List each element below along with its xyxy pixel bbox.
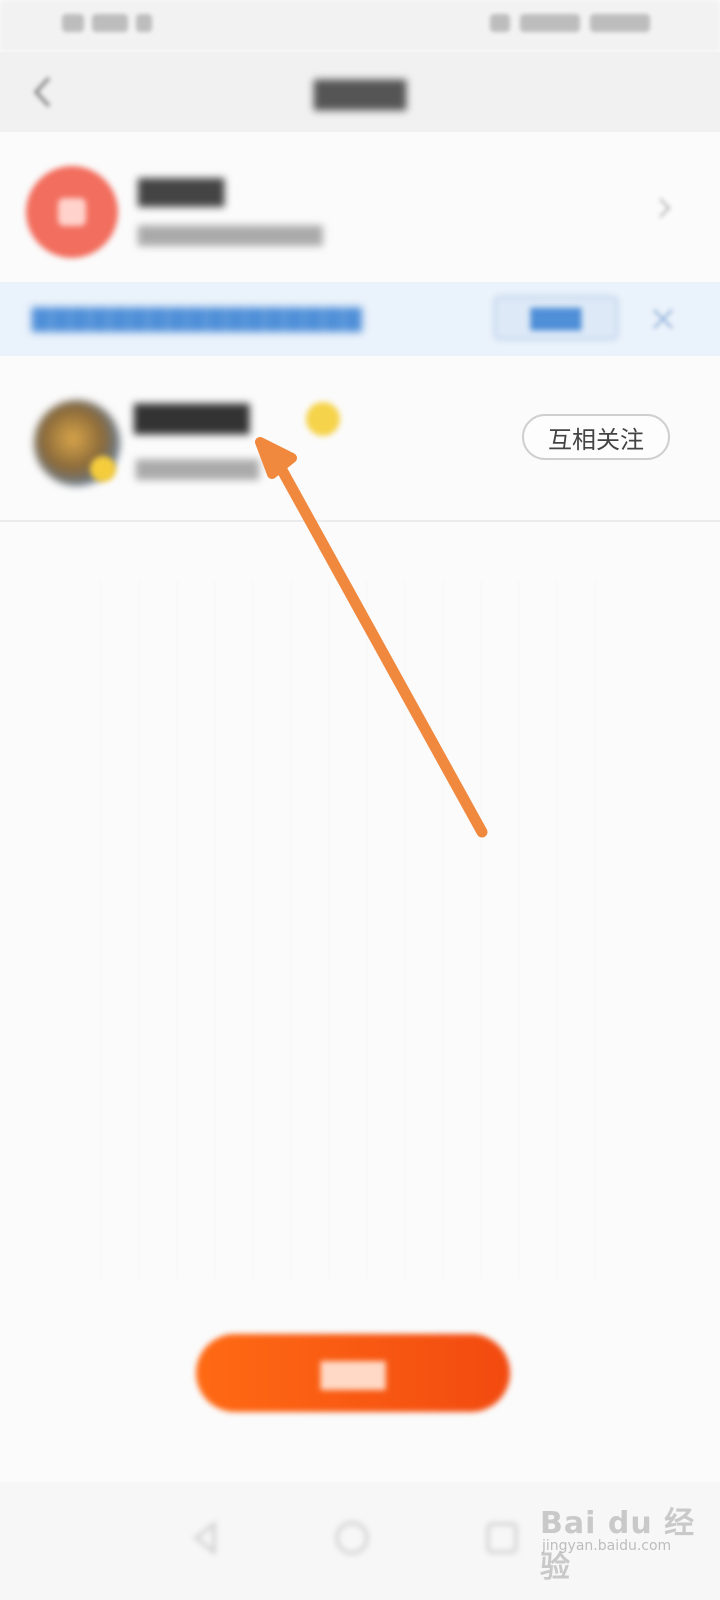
baidu-jingyan-watermark: Bai du 经验 jingyan.baidu.com xyxy=(540,1492,710,1585)
mutual-follow-button[interactable]: 互相关注 xyxy=(522,414,670,460)
message-title: ▇▇▇▇ xyxy=(138,174,225,207)
banner-text: ▇▇▇▇▇▇▇▇▇▇▇▇▇▇▇▇▇ xyxy=(32,304,363,332)
message-avatar xyxy=(26,166,118,258)
nav-back-icon[interactable] xyxy=(186,1518,226,1558)
user-name: ▇▇▇▇▇ xyxy=(134,400,250,435)
top-bar: ▇▇▇▇ xyxy=(0,52,720,132)
status-bar xyxy=(0,0,720,52)
message-subtitle: ▇▇▇▇▇▇▇▇▇▇▇▇ xyxy=(138,222,323,246)
user-subtitle: ▇▇▇▇▇▇▇▇ xyxy=(136,456,260,480)
nav-recent-icon[interactable] xyxy=(482,1518,522,1558)
page-title: ▇▇▇▇ xyxy=(313,76,407,111)
chevron-right-icon xyxy=(659,198,671,218)
banner-action-button[interactable]: ▇▇▇ xyxy=(494,296,618,340)
message-row[interactable]: ▇▇▇▇ ▇▇▇▇▇▇▇▇▇▇▇▇ xyxy=(0,138,720,280)
tip-banner: ▇▇▇▇▇▇▇▇▇▇▇▇▇▇▇▇▇ ▇▇▇ xyxy=(0,282,720,356)
bottom-action-button[interactable]: ▇▇▇ xyxy=(196,1334,510,1412)
user-badge-icon xyxy=(90,456,116,482)
system-indicators xyxy=(490,14,650,32)
user-row[interactable]: ▇▇▇▇▇ ▇▇▇▇▇▇▇▇ 互相关注 xyxy=(0,360,720,522)
close-icon[interactable] xyxy=(650,306,676,332)
vip-badge-icon xyxy=(306,402,340,436)
empty-area xyxy=(100,580,620,1280)
watermark-url: jingyan.baidu.com xyxy=(542,1538,672,1554)
signal-indicators xyxy=(62,14,152,32)
nav-home-icon[interactable] xyxy=(332,1518,372,1558)
